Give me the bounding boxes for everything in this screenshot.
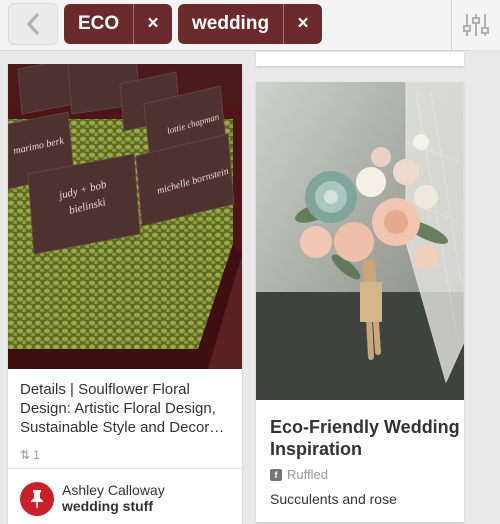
pin-image-place-cards[interactable]: marimo berk judy + bob bielinski michell… — [8, 64, 242, 369]
pin-caption: Succulents and rose — [270, 491, 397, 507]
divider — [8, 468, 242, 469]
search-token-wedding[interactable]: wedding × — [178, 4, 322, 44]
pin-source[interactable]: f Ruffled — [270, 467, 328, 482]
search-token-label: wedding — [192, 13, 270, 34]
pushpin-icon — [31, 490, 43, 508]
pinner-avatar[interactable] — [20, 482, 54, 516]
filter-button[interactable] — [451, 0, 500, 50]
pin-image-bouquet[interactable] — [256, 82, 464, 400]
search-token-label: ECO — [78, 13, 120, 34]
pin-card-place-cards[interactable]: marimo berk judy + bob bielinski michell… — [8, 64, 242, 524]
source-favicon-icon: f — [270, 468, 282, 481]
pin-source-name: Ruffled — [287, 467, 328, 482]
pin-title[interactable]: Eco-Friendly Wedding Inspiration — [270, 416, 460, 460]
pin-icon: ⇅ — [20, 448, 31, 462]
repin-count-value: 1 — [33, 448, 40, 462]
search-bar: ECO × wedding × — [0, 0, 500, 51]
pin-card-bouquet[interactable]: Eco-Friendly Wedding Inspiration f Ruffl… — [256, 82, 464, 522]
pinner-name[interactable]: Ashley Calloway — [62, 482, 165, 498]
close-icon: × — [147, 13, 159, 34]
remove-token-eco-button[interactable]: × — [133, 4, 172, 44]
search-token-eco[interactable]: ECO × — [64, 4, 172, 44]
previous-pin-edge — [256, 52, 464, 66]
chevron-left-icon — [27, 13, 39, 35]
sliders-icon — [463, 14, 489, 36]
pin-description[interactable]: Details | Soulflower Floral Design: Arti… — [20, 380, 234, 437]
back-button[interactable] — [8, 3, 58, 45]
close-icon: × — [297, 13, 309, 34]
repin-count: ⇅ 1 — [20, 448, 40, 462]
page-gutter — [470, 50, 500, 514]
remove-token-wedding-button[interactable]: × — [283, 4, 322, 44]
board-name[interactable]: wedding stuff — [62, 498, 153, 514]
